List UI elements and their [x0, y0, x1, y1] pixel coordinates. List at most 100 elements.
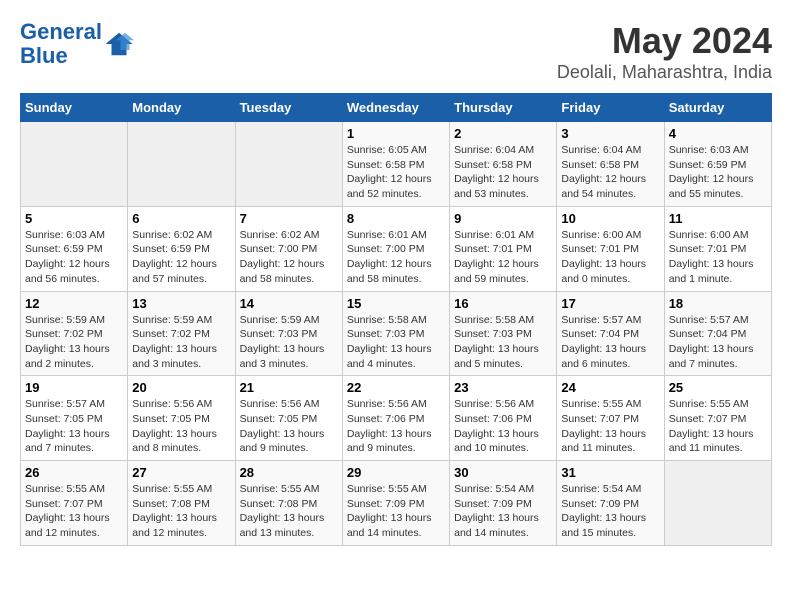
day-number: 4: [669, 126, 767, 141]
calendar-day-cell: [21, 122, 128, 207]
day-detail: Sunrise: 5:54 AM Sunset: 7:09 PM Dayligh…: [561, 482, 659, 541]
day-detail: Sunrise: 5:55 AM Sunset: 7:07 PM Dayligh…: [561, 397, 659, 456]
calendar-header-row: SundayMondayTuesdayWednesdayThursdayFrid…: [21, 94, 772, 122]
calendar-day-cell: 7 Sunrise: 6:02 AM Sunset: 7:00 PM Daylig…: [235, 206, 342, 291]
page-header: GeneralBlue May 2024 Deolali, Maharashtr…: [20, 20, 772, 83]
calendar-day-cell: 24Sunrise: 5:55 AM Sunset: 7:07 PM Dayli…: [557, 376, 664, 461]
day-number: 22: [347, 380, 445, 395]
day-detail: Sunrise: 5:55 AM Sunset: 7:08 PM Dayligh…: [240, 482, 338, 541]
day-detail: Sunrise: 6:01 AM Sunset: 7:00 PM Dayligh…: [347, 228, 445, 287]
calendar-day-cell: 16 Sunrise: 5:58 AM Sunset: 7:03 PM Dayli…: [450, 291, 557, 376]
day-detail: Sunrise: 5:56 AM Sunset: 7:05 PM Dayligh…: [240, 397, 338, 456]
day-number: 23: [454, 380, 552, 395]
day-number: 2: [454, 126, 552, 141]
calendar-day-cell: [128, 122, 235, 207]
day-number: 26: [25, 465, 123, 480]
day-detail: Sunrise: 5:55 AM Sunset: 7:08 PM Dayligh…: [132, 482, 230, 541]
calendar-day-cell: 23 Sunrise: 5:56 AM Sunset: 7:06 PM Dayli…: [450, 376, 557, 461]
calendar-day-cell: 12 Sunrise: 5:59 AM Sunset: 7:02 PM Dayli…: [21, 291, 128, 376]
title-block: May 2024 Deolali, Maharashtra, India: [557, 20, 772, 83]
calendar-day-cell: 19Sunrise: 5:57 AM Sunset: 7:05 PM Dayli…: [21, 376, 128, 461]
calendar-day-cell: 9Sunrise: 6:01 AM Sunset: 7:01 PM Daylig…: [450, 206, 557, 291]
calendar-table: SundayMondayTuesdayWednesdayThursdayFrid…: [20, 93, 772, 546]
calendar-day-cell: 31 Sunrise: 5:54 AM Sunset: 7:09 PM Dayli…: [557, 461, 664, 546]
day-number: 11: [669, 211, 767, 226]
calendar-week-row: 26 Sunrise: 5:55 AM Sunset: 7:07 PM Dayli…: [21, 461, 772, 546]
day-detail: Sunrise: 6:04 AM Sunset: 6:58 PM Dayligh…: [561, 143, 659, 202]
day-detail: Sunrise: 5:59 AM Sunset: 7:02 PM Dayligh…: [132, 313, 230, 372]
calendar-day-cell: 29 Sunrise: 5:55 AM Sunset: 7:09 PM Dayli…: [342, 461, 449, 546]
calendar-day-cell: 30 Sunrise: 5:54 AM Sunset: 7:09 PM Dayli…: [450, 461, 557, 546]
day-detail: Sunrise: 5:58 AM Sunset: 7:03 PM Dayligh…: [347, 313, 445, 372]
day-number: 15: [347, 296, 445, 311]
calendar-day-cell: 3Sunrise: 6:04 AM Sunset: 6:58 PM Daylig…: [557, 122, 664, 207]
day-detail: Sunrise: 5:59 AM Sunset: 7:02 PM Dayligh…: [25, 313, 123, 372]
day-number: 12: [25, 296, 123, 311]
calendar-subtitle: Deolali, Maharashtra, India: [557, 62, 772, 83]
calendar-day-cell: 10Sunrise: 6:00 AM Sunset: 7:01 PM Dayli…: [557, 206, 664, 291]
calendar-day-cell: [235, 122, 342, 207]
day-number: 28: [240, 465, 338, 480]
day-of-week-header: Tuesday: [235, 94, 342, 122]
day-detail: Sunrise: 5:54 AM Sunset: 7:09 PM Dayligh…: [454, 482, 552, 541]
day-number: 6: [132, 211, 230, 226]
day-of-week-header: Monday: [128, 94, 235, 122]
day-detail: Sunrise: 6:01 AM Sunset: 7:01 PM Dayligh…: [454, 228, 552, 287]
calendar-day-cell: 2 Sunrise: 6:04 AM Sunset: 6:58 PM Daylig…: [450, 122, 557, 207]
calendar-day-cell: 27 Sunrise: 5:55 AM Sunset: 7:08 PM Dayli…: [128, 461, 235, 546]
day-number: 30: [454, 465, 552, 480]
day-detail: Sunrise: 5:57 AM Sunset: 7:04 PM Dayligh…: [669, 313, 767, 372]
day-detail: Sunrise: 5:56 AM Sunset: 7:05 PM Dayligh…: [132, 397, 230, 456]
calendar-day-cell: 18 Sunrise: 5:57 AM Sunset: 7:04 PM Dayli…: [664, 291, 771, 376]
day-detail: Sunrise: 6:04 AM Sunset: 6:58 PM Dayligh…: [454, 143, 552, 202]
day-detail: Sunrise: 6:00 AM Sunset: 7:01 PM Dayligh…: [669, 228, 767, 287]
calendar-day-cell: 22 Sunrise: 5:56 AM Sunset: 7:06 PM Dayli…: [342, 376, 449, 461]
calendar-day-cell: 1Sunrise: 6:05 AM Sunset: 6:58 PM Daylig…: [342, 122, 449, 207]
day-detail: Sunrise: 6:02 AM Sunset: 6:59 PM Dayligh…: [132, 228, 230, 287]
logo-text: GeneralBlue: [20, 20, 102, 68]
day-detail: Sunrise: 5:55 AM Sunset: 7:07 PM Dayligh…: [669, 397, 767, 456]
day-of-week-header: Sunday: [21, 94, 128, 122]
day-number: 19: [25, 380, 123, 395]
logo: GeneralBlue: [20, 20, 134, 68]
calendar-week-row: 19Sunrise: 5:57 AM Sunset: 7:05 PM Dayli…: [21, 376, 772, 461]
day-detail: Sunrise: 5:57 AM Sunset: 7:04 PM Dayligh…: [561, 313, 659, 372]
day-number: 7: [240, 211, 338, 226]
day-number: 31: [561, 465, 659, 480]
day-detail: Sunrise: 5:59 AM Sunset: 7:03 PM Dayligh…: [240, 313, 338, 372]
day-detail: Sunrise: 5:55 AM Sunset: 7:07 PM Dayligh…: [25, 482, 123, 541]
day-of-week-header: Thursday: [450, 94, 557, 122]
calendar-week-row: 5Sunrise: 6:03 AM Sunset: 6:59 PM Daylig…: [21, 206, 772, 291]
calendar-day-cell: 8 Sunrise: 6:01 AM Sunset: 7:00 PM Daylig…: [342, 206, 449, 291]
day-number: 13: [132, 296, 230, 311]
day-number: 16: [454, 296, 552, 311]
day-number: 8: [347, 211, 445, 226]
day-of-week-header: Wednesday: [342, 94, 449, 122]
day-detail: Sunrise: 5:56 AM Sunset: 7:06 PM Dayligh…: [454, 397, 552, 456]
calendar-day-cell: 28 Sunrise: 5:55 AM Sunset: 7:08 PM Dayli…: [235, 461, 342, 546]
day-detail: Sunrise: 6:03 AM Sunset: 6:59 PM Dayligh…: [669, 143, 767, 202]
day-detail: Sunrise: 6:00 AM Sunset: 7:01 PM Dayligh…: [561, 228, 659, 287]
day-of-week-header: Friday: [557, 94, 664, 122]
calendar-day-cell: [664, 461, 771, 546]
calendar-day-cell: 20Sunrise: 5:56 AM Sunset: 7:05 PM Dayli…: [128, 376, 235, 461]
day-number: 27: [132, 465, 230, 480]
day-detail: Sunrise: 5:55 AM Sunset: 7:09 PM Dayligh…: [347, 482, 445, 541]
calendar-day-cell: 26 Sunrise: 5:55 AM Sunset: 7:07 PM Dayli…: [21, 461, 128, 546]
day-number: 14: [240, 296, 338, 311]
calendar-day-cell: 6 Sunrise: 6:02 AM Sunset: 6:59 PM Daylig…: [128, 206, 235, 291]
calendar-day-cell: 15 Sunrise: 5:58 AM Sunset: 7:03 PM Dayli…: [342, 291, 449, 376]
day-number: 29: [347, 465, 445, 480]
day-detail: Sunrise: 6:03 AM Sunset: 6:59 PM Dayligh…: [25, 228, 123, 287]
day-number: 17: [561, 296, 659, 311]
day-number: 18: [669, 296, 767, 311]
day-detail: Sunrise: 6:02 AM Sunset: 7:00 PM Dayligh…: [240, 228, 338, 287]
calendar-day-cell: 17 Sunrise: 5:57 AM Sunset: 7:04 PM Dayli…: [557, 291, 664, 376]
day-detail: Sunrise: 5:58 AM Sunset: 7:03 PM Dayligh…: [454, 313, 552, 372]
day-of-week-header: Saturday: [664, 94, 771, 122]
day-number: 21: [240, 380, 338, 395]
calendar-day-cell: 21 Sunrise: 5:56 AM Sunset: 7:05 PM Dayli…: [235, 376, 342, 461]
day-detail: Sunrise: 5:56 AM Sunset: 7:06 PM Dayligh…: [347, 397, 445, 456]
calendar-day-cell: 13 Sunrise: 5:59 AM Sunset: 7:02 PM Dayli…: [128, 291, 235, 376]
day-number: 1: [347, 126, 445, 141]
